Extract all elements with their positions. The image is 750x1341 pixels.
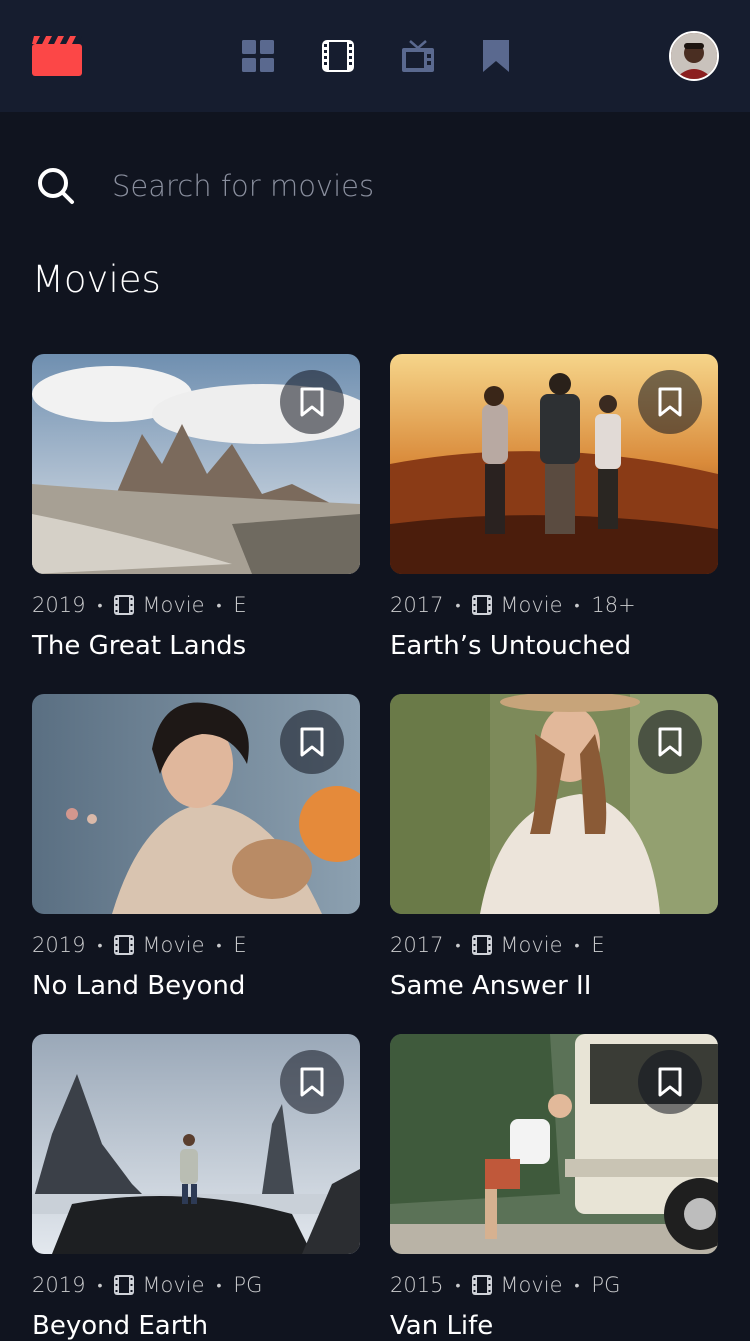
nav-tv-series-icon[interactable]	[400, 38, 436, 74]
movie-title[interactable]: Beyond Earth	[32, 1311, 360, 1341]
search-input[interactable]	[112, 162, 672, 210]
movie-rating: E	[591, 933, 605, 957]
movie-meta: 2017 • Movie • 18+	[390, 593, 718, 617]
movie-year: 2019	[32, 1273, 86, 1297]
film-category-icon	[114, 595, 135, 615]
nav-bookmark-icon[interactable]	[478, 38, 514, 74]
separator-dot: •	[216, 937, 222, 954]
movie-rating: E	[233, 933, 247, 957]
movie-category: Movie	[142, 1273, 205, 1297]
app-logo-icon[interactable]	[32, 36, 82, 76]
movie-category: Movie	[500, 933, 563, 957]
separator-dot: •	[455, 1277, 461, 1294]
separator-dot: •	[574, 937, 580, 954]
bookmark-empty-icon	[300, 387, 324, 417]
movie-card[interactable]: 2019 • Movie • PG Beyond Earth	[32, 1034, 360, 1341]
movie-category: Movie	[500, 1273, 563, 1297]
bookmark-button[interactable]	[280, 710, 344, 774]
separator-dot: •	[216, 1277, 222, 1294]
movie-title[interactable]: The Great Lands	[32, 631, 360, 661]
movie-card[interactable]: 2019 • Movie • E No Land Beyond	[32, 694, 360, 1001]
bookmark-button[interactable]	[638, 710, 702, 774]
avatar-portrait-icon	[671, 33, 717, 79]
movie-rating: 18+	[591, 593, 636, 617]
nav-home-grid-icon[interactable]	[240, 38, 276, 74]
separator-dot: •	[216, 597, 222, 614]
movie-meta: 2019 • Movie • E	[32, 933, 360, 957]
movie-meta: 2017 • Movie • E	[390, 933, 718, 957]
bookmark-empty-icon	[300, 727, 324, 757]
movie-title[interactable]: Same Answer II	[390, 971, 718, 1001]
movie-year: 2015	[390, 1273, 444, 1297]
movie-thumbnail[interactable]	[390, 354, 718, 574]
bookmark-button[interactable]	[638, 370, 702, 434]
movie-card[interactable]: 2017 • Movie • E Same Answer II	[390, 694, 718, 1001]
bookmark-empty-icon	[658, 387, 682, 417]
movie-title[interactable]: Earth’s Untouched	[390, 631, 718, 661]
separator-dot: •	[574, 1277, 580, 1294]
movie-rating: E	[233, 593, 247, 617]
bookmark-empty-icon	[300, 1067, 324, 1097]
movie-rating: PG	[233, 1273, 263, 1297]
movie-card[interactable]: 2019 • Movie • E The Great Lands	[32, 354, 360, 661]
bookmark-empty-icon	[658, 727, 682, 757]
movie-card[interactable]: 2015 • Movie • PG Van Life	[390, 1034, 718, 1341]
separator-dot: •	[97, 937, 103, 954]
search-bar	[0, 148, 750, 224]
separator-dot: •	[97, 597, 103, 614]
movie-category: Movie	[500, 593, 563, 617]
movie-year: 2017	[390, 933, 444, 957]
top-nav-bar	[0, 0, 750, 112]
movie-meta: 2019 • Movie • PG	[32, 1273, 360, 1297]
bookmark-button[interactable]	[638, 1050, 702, 1114]
film-category-icon	[472, 935, 493, 955]
bookmark-button[interactable]	[280, 1050, 344, 1114]
movie-thumbnail[interactable]	[32, 694, 360, 914]
bookmark-button[interactable]	[280, 370, 344, 434]
movie-category: Movie	[142, 593, 205, 617]
separator-dot: •	[97, 1277, 103, 1294]
movie-card[interactable]: 2017 • Movie • 18+ Earth’s Untouched	[390, 354, 718, 661]
movie-meta: 2015 • Movie • PG	[390, 1273, 718, 1297]
nav-movies-film-icon[interactable]	[320, 38, 356, 74]
film-category-icon	[472, 595, 493, 615]
movie-thumbnail[interactable]	[32, 354, 360, 574]
movie-title[interactable]: No Land Beyond	[32, 971, 360, 1001]
separator-dot: •	[455, 937, 461, 954]
movie-meta: 2019 • Movie • E	[32, 593, 360, 617]
separator-dot: •	[574, 597, 580, 614]
movie-thumbnail[interactable]	[32, 1034, 360, 1254]
film-category-icon	[114, 1275, 135, 1295]
movie-year: 2019	[32, 593, 86, 617]
movie-thumbnail[interactable]	[390, 1034, 718, 1254]
separator-dot: •	[455, 597, 461, 614]
search-icon[interactable]	[36, 166, 76, 206]
bookmark-empty-icon	[658, 1067, 682, 1097]
movie-title[interactable]: Van Life	[390, 1311, 718, 1341]
film-category-icon	[114, 935, 135, 955]
section-title: Movies	[32, 258, 161, 301]
movie-thumbnail[interactable]	[390, 694, 718, 914]
film-category-icon	[472, 1275, 493, 1295]
user-avatar[interactable]	[669, 31, 719, 81]
movie-category: Movie	[142, 933, 205, 957]
movie-year: 2019	[32, 933, 86, 957]
movie-rating: PG	[591, 1273, 621, 1297]
movie-year: 2017	[390, 593, 444, 617]
